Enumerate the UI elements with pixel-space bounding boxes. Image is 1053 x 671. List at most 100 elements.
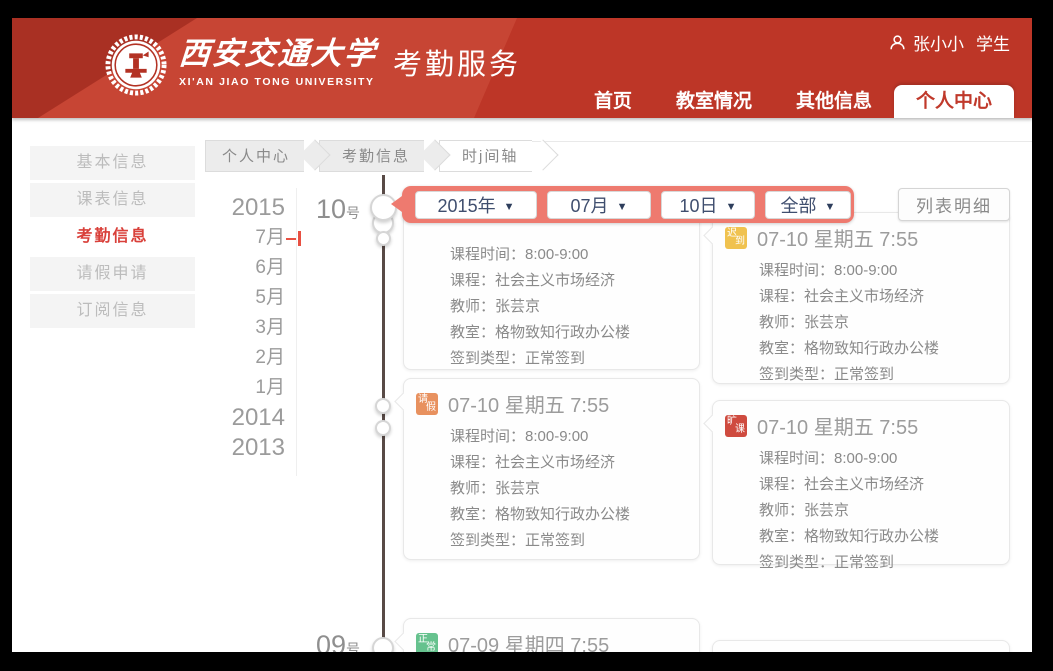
card-header: 请 假 07-10 星期五 7:55: [416, 389, 687, 418]
breadcrumb-timeline[interactable]: 时j间轴: [439, 140, 532, 172]
card-field: 教师：张芸京: [759, 498, 997, 524]
year-select[interactable]: 2015年: [415, 191, 537, 219]
card-field: 课程时间：8:00-9:00: [450, 242, 687, 268]
attendance-card: 请 假 07-10 星期五 7:55 课程时间：8:00-9:00 课程：社会主…: [403, 378, 700, 560]
card-field: 课程时间：8:00-9:00: [759, 258, 997, 284]
chevron-down-icon: [617, 194, 628, 215]
timeline-day-label-10: 10号: [292, 194, 360, 225]
user-role: 学生: [976, 30, 1010, 55]
status-badge-absent: 旷 课: [725, 415, 747, 437]
card-body: 课程时间：8:00-9:00 课程：社会主义市场经济 教师：张芸京 教室：格物致…: [725, 446, 997, 576]
timeline-node: [375, 420, 391, 436]
badge-char: 假: [426, 403, 436, 413]
card-field: 教师：张芸京: [450, 294, 687, 320]
nav-item-other-info[interactable]: 其他信息: [780, 85, 888, 118]
card-date: 07-10 星期五 7:55: [448, 389, 609, 418]
card-field: 教室：格物致知行政办公楼: [450, 320, 687, 346]
chevron-down-icon: [726, 194, 737, 215]
breadcrumb-personal-center[interactable]: 个人中心: [205, 140, 304, 172]
card-field: 课程：社会主义市场经济: [759, 472, 997, 498]
card-field: 课程：社会主义市场经济: [450, 268, 687, 294]
card-body: 课程时间：8:00-9:00 课程：社会主义市场经济 教师：张芸京 教室：格物致…: [416, 424, 687, 554]
type-select-value: 全部: [781, 192, 817, 218]
card-header: 正 常 07-09 星期四 7:55: [416, 629, 687, 652]
timeline-scale: 2015 7月 6月 5月 3月 2月 1月 2014 2013: [162, 193, 285, 463]
card-field: 教室：格物致知行政办公楼: [450, 502, 687, 528]
scale-month-2[interactable]: 2月: [162, 343, 285, 373]
status-badge-leave: 请 假: [416, 393, 438, 415]
brand-text: 西安交通大学 XI'AN JIAO TONG UNIVERSITY: [179, 34, 377, 88]
chevron-down-icon: [825, 194, 836, 215]
badge-char: 常: [426, 643, 436, 653]
card-field: 课程：社会主义市场经济: [759, 284, 997, 310]
card-field: 课程：社会主义市场经济: [450, 450, 687, 476]
month-select-value: 07月: [571, 192, 609, 218]
attendance-card: 正 常 07-09 星期四 7:55: [403, 618, 700, 652]
card-field: 课程时间：8:00-9:00: [759, 446, 997, 472]
card-field: 签到类型：正常签到: [450, 346, 687, 372]
user-info[interactable]: 张小小 学生: [889, 30, 1010, 55]
timeline-node: [372, 637, 394, 652]
main-nav: 首页 教室情况 其他信息 个人中心: [572, 85, 1014, 118]
list-detail-button[interactable]: 列表明细: [898, 188, 1010, 221]
card-field: 教师：张芸京: [450, 476, 687, 502]
chevron-down-icon: [504, 194, 515, 215]
scale-month-7-label: 7月: [255, 227, 285, 248]
badge-char: 课: [735, 425, 745, 435]
breadcrumb-attendance-info[interactable]: 考勤信息: [319, 140, 424, 172]
card-body: 课程时间：8:00-9:00 课程：社会主义市场经济 教师：张芸京 教室：格物致…: [416, 242, 687, 372]
scale-month-3[interactable]: 3月: [162, 313, 285, 343]
attendance-card: [712, 640, 1010, 652]
day-number: 09: [316, 630, 346, 652]
timeline-node: [376, 231, 391, 246]
day-select-value: 10日: [680, 192, 718, 218]
timeline-day-label-09: 09号: [292, 630, 360, 652]
nav-item-personal-center[interactable]: 个人中心: [894, 85, 1014, 118]
day-number: 10: [316, 194, 346, 224]
card-date: 07-09 星期四 7:55: [448, 629, 609, 652]
card-date: 07-10 星期五 7:55: [757, 223, 918, 252]
brand: 西安交通大学 XI'AN JIAO TONG UNIVERSITY 考勤服务: [105, 34, 521, 96]
year-select-value: 2015年: [438, 192, 496, 218]
day-suffix: 号: [346, 205, 360, 221]
status-badge-normal: 正 常: [416, 633, 438, 653]
scale-month-5[interactable]: 5月: [162, 283, 285, 313]
timeline-node: [375, 398, 391, 414]
breadcrumb-divider: [512, 141, 1032, 142]
attendance-card: 迟 到 07-10 星期五 7:55 课程时间：8:00-9:00 课程：社会主…: [712, 212, 1010, 384]
nav-item-home[interactable]: 首页: [578, 85, 648, 118]
card-field: 签到类型：正常签到: [759, 362, 997, 388]
app-header: 西安交通大学 XI'AN JIAO TONG UNIVERSITY 考勤服务 张…: [12, 18, 1032, 118]
scale-month-6[interactable]: 6月: [162, 253, 285, 283]
sidebar-item-basic-info[interactable]: 基本信息: [30, 146, 195, 180]
scale-year-2015[interactable]: 2015: [162, 193, 285, 223]
day-select[interactable]: 10日: [661, 191, 755, 219]
card-field: 签到类型：正常签到: [450, 528, 687, 554]
attendance-card: 课程时间：8:00-9:00 课程：社会主义市场经济 教师：张芸京 教室：格物致…: [403, 205, 700, 370]
scale-month-1[interactable]: 1月: [162, 373, 285, 403]
card-date: 07-10 星期五 7:55: [757, 411, 918, 440]
app-window: 西安交通大学 XI'AN JIAO TONG UNIVERSITY 考勤服务 张…: [12, 18, 1032, 652]
scale-year-2013[interactable]: 2013: [162, 433, 285, 463]
card-field: 教室：格物致知行政办公楼: [759, 524, 997, 550]
month-select[interactable]: 07月: [547, 191, 651, 219]
nav-item-classrooms[interactable]: 教室情况: [660, 85, 768, 118]
university-emblem-icon: [105, 34, 167, 96]
current-month-marker-icon: [285, 231, 301, 246]
card-field: 教室：格物致知行政办公楼: [759, 336, 997, 362]
card-field: 课程时间：8:00-9:00: [450, 424, 687, 450]
badge-char: 到: [735, 237, 745, 247]
user-name: 张小小: [913, 30, 964, 55]
university-name-cn: 西安交通大学: [178, 34, 379, 74]
content-area: 基本信息 课表信息 考勤信息 请假申请 订阅信息 个人中心 考勤信息 时j间轴 …: [12, 118, 1032, 652]
scale-month-7[interactable]: 7月: [162, 223, 285, 253]
person-icon: [889, 34, 906, 51]
scale-year-2014[interactable]: 2014: [162, 403, 285, 433]
day-suffix: 号: [346, 641, 360, 652]
filter-bar: 2015年 07月 10日 全部: [402, 186, 854, 223]
card-header: 旷 课 07-10 星期五 7:55: [725, 411, 997, 440]
card-header: 迟 到 07-10 星期五 7:55: [725, 223, 997, 252]
type-select[interactable]: 全部: [765, 191, 851, 219]
attendance-card: 旷 课 07-10 星期五 7:55 课程时间：8:00-9:00 课程：社会主…: [712, 400, 1010, 565]
app-title: 考勤服务: [393, 34, 521, 96]
